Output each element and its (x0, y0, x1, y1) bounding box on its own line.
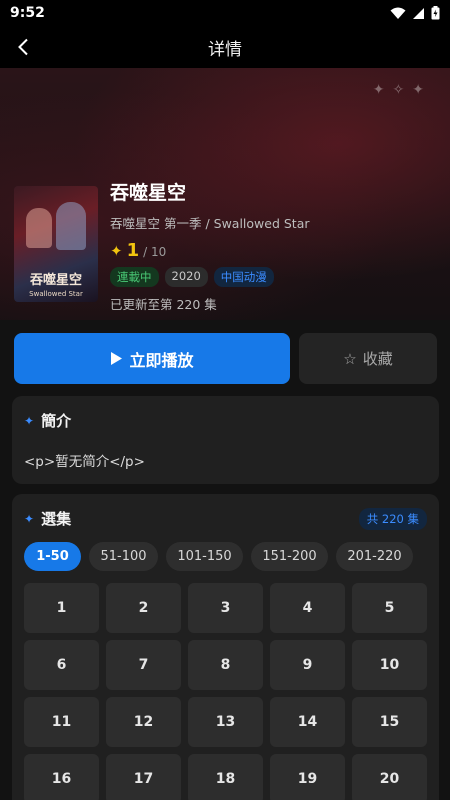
back-button[interactable] (10, 34, 36, 60)
poster-subtitle: Swallowed Star (29, 290, 83, 298)
range-tab[interactable]: 1-50 (24, 542, 81, 571)
episode-grid: 1 2 3 4 5 6 7 8 9 10 11 12 13 14 15 16 1… (24, 583, 427, 800)
app-bar: 详情 (0, 26, 450, 68)
intro-title: 簡介 (41, 412, 72, 430)
episode-button[interactable]: 8 (188, 640, 263, 690)
episode-button[interactable]: 11 (24, 697, 99, 747)
episodes-header: ✦ 選集 (24, 508, 71, 529)
episode-button[interactable]: 19 (270, 754, 345, 800)
status-icons (390, 6, 440, 20)
episode-count-badge: 共 220 集 (358, 508, 427, 530)
episode-button[interactable]: 13 (188, 697, 263, 747)
episode-button[interactable]: 12 (106, 697, 181, 747)
page-title: 详情 (208, 39, 242, 60)
rating-max: / 10 (143, 245, 167, 259)
hero-banner: ✦✧✦ 吞噬星空 Swallowed Star 吞噬星空 吞噬星空 第一季 / … (0, 68, 450, 320)
intro-text: <p>暂无简介</p> (24, 454, 145, 470)
battery-icon (431, 6, 440, 20)
range-tab[interactable]: 201-220 (336, 542, 413, 571)
episode-button[interactable]: 5 (352, 583, 427, 633)
tag-list: 連載中 2020 中国动漫 (110, 267, 440, 287)
favorite-button[interactable]: ☆ 收藏 (299, 333, 437, 384)
poster-figure (26, 208, 52, 248)
episode-button[interactable]: 20 (352, 754, 427, 800)
star-outline-icon: ☆ (343, 349, 357, 368)
poster-figure (56, 202, 86, 250)
rating-score: 1 (126, 240, 140, 261)
category-tag: 中国动漫 (213, 267, 274, 287)
year-tag: 2020 (164, 267, 208, 287)
status-time: 9:52 (10, 5, 45, 21)
wifi-icon (390, 7, 406, 19)
show-subtitle: 吞噬星空 第一季 / Swallowed Star (110, 216, 310, 231)
sparkle-icon: ✦ (24, 413, 35, 428)
episode-button[interactable]: 17 (106, 754, 181, 800)
back-arrow-icon (18, 38, 28, 56)
intro-header: ✦ 簡介 (24, 410, 71, 431)
sparkle-icon: ✦ (24, 511, 35, 526)
update-status: 已更新至第 220 集 (110, 297, 217, 312)
show-title: 吞噬星空 (110, 182, 187, 204)
status-bar: 9:52 (0, 0, 450, 26)
episode-button[interactable]: 7 (106, 640, 181, 690)
episode-button[interactable]: 2 (106, 583, 181, 633)
star-rating-icon: ✦ (110, 242, 123, 260)
signal-icon (413, 7, 424, 19)
range-tab[interactable]: 101-150 (166, 542, 243, 571)
rating: ✦ 1 / 10 (110, 240, 440, 261)
episode-button[interactable]: 3 (188, 583, 263, 633)
episode-button[interactable]: 6 (24, 640, 99, 690)
episode-button[interactable]: 10 (352, 640, 427, 690)
play-button[interactable]: 立即播放 (14, 333, 290, 384)
range-tab[interactable]: 151-200 (251, 542, 328, 571)
intro-card: ✦ 簡介 <p>暂无简介</p> (12, 396, 439, 484)
episode-button[interactable]: 4 (270, 583, 345, 633)
episode-button[interactable]: 18 (188, 754, 263, 800)
poster-image: 吞噬星空 Swallowed Star (14, 186, 98, 302)
episode-button[interactable]: 9 (270, 640, 345, 690)
episode-button[interactable]: 15 (352, 697, 427, 747)
episode-button[interactable]: 1 (24, 583, 99, 633)
favorite-button-label: 收藏 (362, 350, 393, 368)
episodes-title: 選集 (41, 510, 72, 528)
show-info: 吞噬星空 吞噬星空 第一季 / Swallowed Star ✦ 1 / 10 … (110, 178, 440, 313)
episodes-card: ✦ 選集 共 220 集 1-50 51-100 101-150 151-200… (12, 494, 439, 800)
play-button-label: 立即播放 (129, 350, 194, 370)
range-tab[interactable]: 51-100 (89, 542, 158, 571)
episode-button[interactable]: 16 (24, 754, 99, 800)
episode-button[interactable]: 14 (270, 697, 345, 747)
status-tag: 連載中 (110, 267, 159, 287)
sparkle-icon: ✦✧✦ (372, 82, 432, 98)
poster-title: 吞噬星空 (29, 273, 82, 288)
detail-screen: 9:52 详情 ✦✧✦ 吞噬星空 Swallowed Star 吞噬星空 吞噬星… (0, 0, 450, 800)
play-icon (111, 352, 123, 365)
episode-range-tabs: 1-50 51-100 101-150 151-200 201-220 (24, 542, 413, 571)
